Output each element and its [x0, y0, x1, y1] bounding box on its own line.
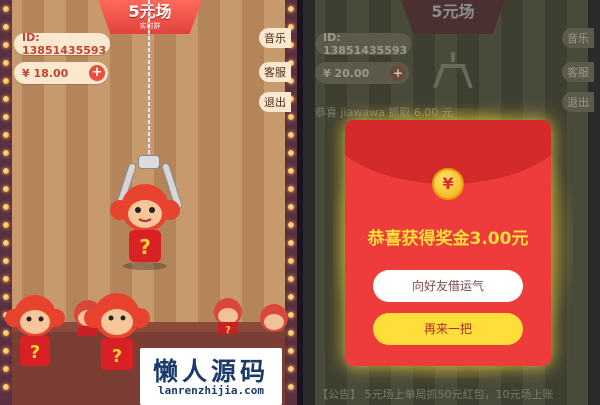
- claw-rope: [148, 0, 150, 160]
- room-title: 5元场: [98, 2, 202, 22]
- user-id-text: ID: 13851435593: [22, 31, 107, 57]
- svg-text:?: ?: [139, 235, 151, 259]
- user-id-pill: ID: 13851435593: [14, 31, 110, 57]
- user-id-pill: ID: 13851435593: [315, 31, 411, 57]
- svg-text:?: ?: [30, 342, 40, 363]
- light-bulb: [288, 150, 294, 156]
- svg-text:?: ?: [225, 325, 231, 334]
- recharge-button[interactable]: +: [89, 65, 105, 81]
- light-bulb: [3, 96, 9, 102]
- game-screen: 5元场 实时群 ID: 13851435593 ¥ 18.00 + 音乐 客服 …: [0, 0, 297, 405]
- share-luck-button[interactable]: 向好友借运气: [373, 270, 523, 302]
- watermark-en: lanrenzhijia.com: [158, 384, 264, 397]
- red-packet-dialog: ¥ 恭喜获得奖金3.00元 向好友借运气 再来一把: [345, 120, 551, 366]
- light-bulb: [3, 6, 9, 12]
- light-bulb: [288, 276, 294, 282]
- light-bulb: [288, 168, 294, 174]
- user-id-text: ID: 13851435593: [323, 31, 408, 57]
- result-screen: 5元场 ID: 13851435593 ¥ 20.00 + 音乐 客服 退出 恭…: [303, 0, 600, 405]
- light-bulb: [3, 258, 9, 264]
- light-bulb: [3, 384, 9, 390]
- exit-button[interactable]: 退出: [259, 92, 291, 112]
- light-bulb: [288, 132, 294, 138]
- prize-message: 恭喜获得奖金3.00元: [367, 229, 529, 249]
- balance-text: ¥ 20.00: [323, 66, 370, 80]
- claw-icon: [433, 52, 473, 89]
- service-button: 客服: [562, 62, 594, 82]
- exit-button: 退出: [562, 92, 594, 112]
- light-bulb: [3, 114, 9, 120]
- booth-frame-right: [588, 0, 600, 405]
- room-title-banner: 5元场 实时群: [98, 0, 202, 34]
- light-bulb: [288, 6, 294, 12]
- light-bulb: [3, 60, 9, 66]
- light-bulb: [3, 276, 9, 282]
- light-bulb: [3, 186, 9, 192]
- balance-pill: ¥ 20.00 +: [315, 62, 409, 84]
- bulb-strip-right: [285, 0, 297, 405]
- light-bulb: [3, 240, 9, 246]
- watermark-cn: 懒人源码: [152, 357, 269, 386]
- light-bulb: [288, 114, 294, 120]
- light-bulb: [3, 24, 9, 30]
- balance-text: ¥ 18.00: [22, 66, 69, 80]
- light-bulb: [3, 132, 9, 138]
- recharge-button: +: [390, 65, 406, 81]
- light-bulb: [288, 204, 294, 210]
- light-bulb: [3, 168, 9, 174]
- booth-frame-left: [303, 0, 315, 405]
- light-bulb: [3, 204, 9, 210]
- monkey-prize[interactable]: ?: [206, 294, 250, 334]
- light-bulb: [3, 78, 9, 84]
- service-button[interactable]: 客服: [259, 62, 291, 82]
- svg-text:?: ?: [112, 346, 122, 367]
- room-title-banner: 5元场: [401, 0, 505, 34]
- claw-hub: [138, 155, 160, 169]
- play-again-button[interactable]: 再来一把: [373, 313, 523, 345]
- light-bulb: [288, 258, 294, 264]
- light-bulb: [288, 384, 294, 390]
- light-bulb: [288, 222, 294, 228]
- light-bulb: [3, 42, 9, 48]
- room-subtitle: 实时群: [139, 22, 161, 30]
- room-title: 5元场: [431, 2, 475, 21]
- music-button: 音乐: [562, 28, 594, 48]
- balance-pill: ¥ 18.00 +: [14, 62, 108, 84]
- light-bulb: [3, 222, 9, 228]
- light-bulb: [288, 186, 294, 192]
- watermark: 懒人源码 lanrenzhijia.com: [140, 348, 282, 405]
- yuan-coin-icon: ¥: [432, 168, 464, 200]
- music-button[interactable]: 音乐: [259, 28, 291, 48]
- light-bulb: [288, 240, 294, 246]
- monkey-prize[interactable]: [256, 300, 292, 340]
- light-bulb: [3, 150, 9, 156]
- light-bulb: [288, 348, 294, 354]
- monkey-prize-grabbed[interactable]: ?: [108, 180, 182, 272]
- light-bulb: [288, 366, 294, 372]
- notice-bar: 【公告】 5元场上单局抓50元红包，10元场上账: [317, 388, 554, 401]
- monkey-prize[interactable]: ?: [4, 292, 66, 370]
